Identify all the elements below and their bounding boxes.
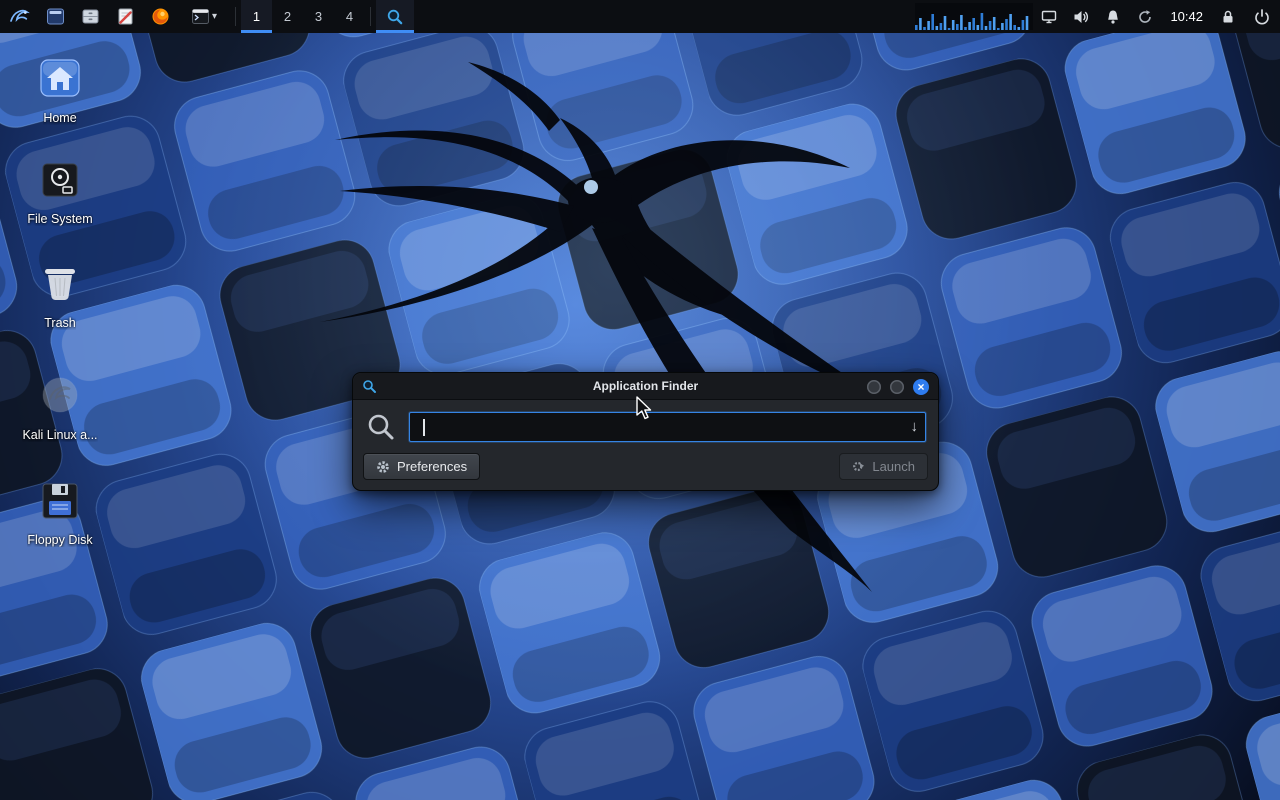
preferences-label: Preferences: [397, 459, 467, 474]
titlebar[interactable]: Application Finder ×: [353, 373, 938, 400]
search-input[interactable]: [410, 413, 925, 441]
finder-button-row: Preferences Launch: [353, 451, 938, 490]
home-icon: [39, 58, 81, 98]
launch-label: Launch: [872, 459, 915, 474]
panel-separator: [370, 7, 371, 26]
desktop-icon-label: Trash: [44, 316, 76, 330]
launcher-text-editor[interactable]: [108, 0, 143, 33]
power-glyph: [1253, 8, 1271, 26]
workspace-button-3[interactable]: 3: [303, 0, 334, 33]
desktop-icon-file-system[interactable]: File System: [12, 161, 108, 226]
firefox-icon: [151, 7, 170, 26]
desktop-icon-label: File System: [27, 212, 92, 226]
kali-installer-icon: [40, 375, 80, 415]
bell-glyph: [1104, 8, 1122, 26]
logout-power-icon[interactable]: [1244, 0, 1280, 33]
search-window-icon: [386, 8, 404, 26]
panel-spacer: [414, 0, 915, 33]
maximize-button[interactable]: [890, 380, 904, 394]
gear-icon: [376, 460, 390, 474]
system-monitor-graph[interactable]: [915, 3, 1033, 30]
desktop-icon-label: Home: [43, 111, 76, 125]
preferences-button[interactable]: Preferences: [363, 453, 480, 480]
launcher-terminal-dropdown[interactable]: ▾: [178, 0, 230, 33]
window-button-application-finder[interactable]: [376, 0, 414, 33]
lock-glyph: [1219, 8, 1237, 26]
desktop-icon-home[interactable]: Home: [12, 58, 108, 125]
search-field: ↓: [409, 412, 926, 442]
desktop-icon-floppy-disk[interactable]: Floppy Disk: [12, 482, 108, 547]
panel-separator: [235, 7, 236, 26]
workspace-button-4[interactable]: 4: [334, 0, 365, 33]
file-manager-icon: [81, 7, 100, 26]
window-controls: ×: [867, 373, 929, 400]
text-editor-icon: [116, 7, 135, 26]
lock-screen-icon[interactable]: [1212, 0, 1244, 33]
kali-logo-icon: [8, 6, 30, 28]
launcher-file-manager[interactable]: [73, 0, 108, 33]
launcher-firefox[interactable]: [143, 0, 178, 33]
launch-icon: [852, 460, 865, 473]
window-title: Application Finder: [413, 373, 878, 400]
minimize-button[interactable]: [867, 380, 881, 394]
desktop-icon-label: Kali Linux a...: [22, 428, 97, 442]
launcher-window[interactable]: [38, 0, 73, 33]
window-icon: [46, 7, 65, 26]
file-system-icon: [40, 161, 80, 199]
desktop-icon-kali-installer[interactable]: Kali Linux a...: [12, 375, 108, 442]
application-finder-window: Application Finder × ↓: [352, 372, 939, 491]
refresh-glyph: [1136, 8, 1154, 26]
terminal-icon: [191, 7, 210, 26]
volume-icon[interactable]: [1065, 0, 1097, 33]
dropdown-arrow-icon[interactable]: ↓: [911, 419, 919, 434]
finder-body: ↓: [353, 400, 938, 451]
search-icon: [366, 412, 396, 442]
clock[interactable]: 10:42: [1161, 0, 1212, 33]
applications-menu-button[interactable]: [0, 0, 38, 33]
desktop-icon-label: Floppy Disk: [27, 533, 92, 547]
top-panel: ▾ 1 2 3 4: [0, 0, 1280, 33]
desktop: ▾ 1 2 3 4: [0, 0, 1280, 800]
workspace-switcher: 1 2 3 4: [241, 0, 365, 33]
text-caret: [423, 419, 425, 436]
display-glyph: [1040, 8, 1058, 26]
floppy-disk-icon: [40, 482, 80, 520]
workspace-button-1[interactable]: 1: [241, 0, 272, 33]
launch-button[interactable]: Launch: [839, 453, 928, 480]
speaker-glyph: [1072, 8, 1090, 26]
workspace-button-2[interactable]: 2: [272, 0, 303, 33]
notifications-bell-icon[interactable]: [1097, 0, 1129, 33]
graph-bars: [915, 4, 1031, 30]
chevron-down-icon: ▾: [212, 11, 217, 22]
desktop-icon-trash[interactable]: Trash: [12, 263, 108, 330]
close-button[interactable]: ×: [913, 379, 929, 395]
updates-icon[interactable]: [1129, 0, 1161, 33]
trash-icon: [40, 263, 80, 303]
display-icon[interactable]: [1033, 0, 1065, 33]
application-finder-icon: [362, 379, 377, 394]
